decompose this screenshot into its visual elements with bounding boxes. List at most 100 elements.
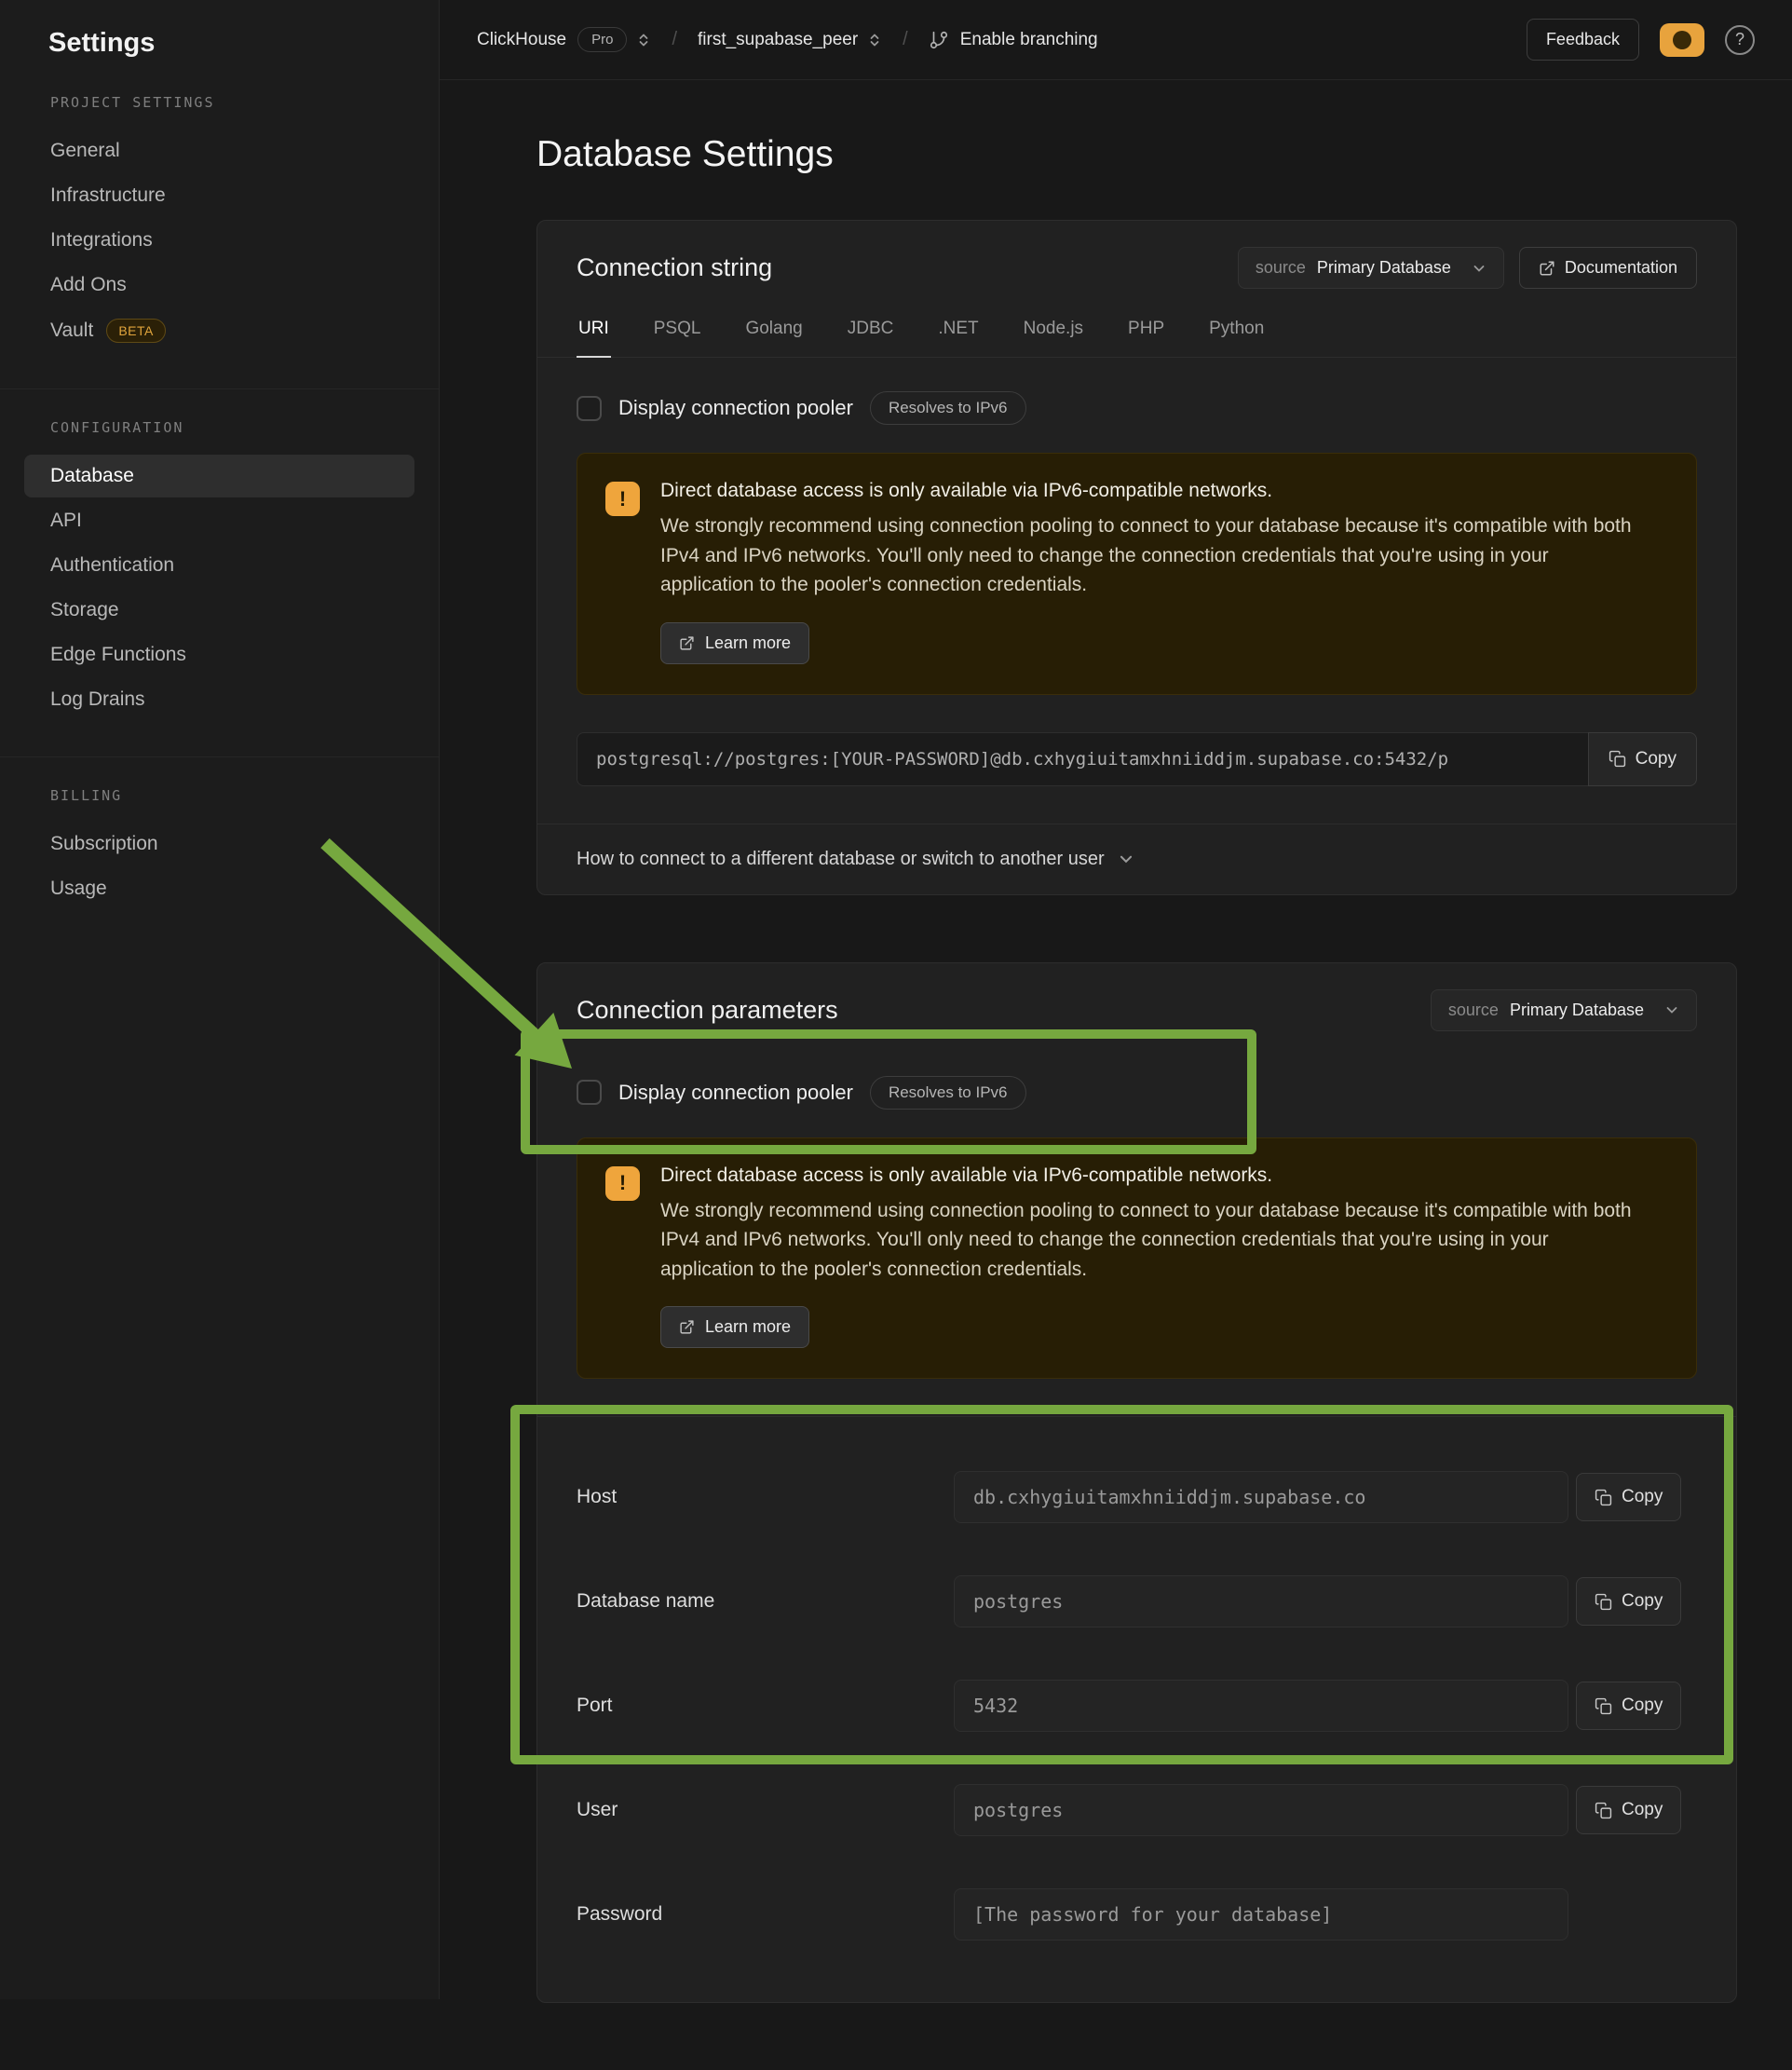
tab-dotnet[interactable]: .NET [936,304,980,358]
org-name[interactable]: ClickHouse [477,30,566,50]
tab-jdbc[interactable]: JDBC [846,304,896,358]
external-link-icon [1539,260,1555,277]
copy-icon [1609,750,1626,768]
port-input[interactable] [954,1680,1568,1732]
copy-icon [1595,1489,1612,1506]
sidebar-item-vault[interactable]: Vault BETA [24,308,414,353]
external-link-icon [679,1319,695,1335]
breadcrumb-separator: / [903,29,908,50]
sidebar-item-label: Integrations [50,229,153,252]
tab-psql[interactable]: PSQL [652,304,703,358]
resolves-ipv6-badge: Resolves to IPv6 [870,391,1026,425]
chevron-selector-icon[interactable] [636,33,651,48]
copy-label: Copy [1622,1487,1663,1507]
sidebar-item-label: Usage [50,878,107,900]
card-title: Connection string [577,253,772,282]
help-icon[interactable]: ? [1725,25,1755,55]
copy-icon [1595,1593,1612,1611]
sidebar-item-label: Authentication [50,554,174,577]
copy-button[interactable]: Copy [1588,732,1697,786]
database-name-input[interactable] [954,1575,1568,1627]
connection-string-input[interactable] [577,732,1588,786]
sidebar-item-infrastructure[interactable]: Infrastructure [24,174,414,217]
documentation-label: Documentation [1565,258,1677,278]
copy-button[interactable]: Copy [1576,1786,1681,1834]
documentation-button[interactable]: Documentation [1519,247,1697,289]
param-label: Password [577,1903,954,1926]
sidebar-item-general[interactable]: General [24,129,414,172]
sidebar-item-database[interactable]: Database [24,455,414,497]
pooler-row: Display connection pooler Resolves to IP… [577,391,1697,425]
enable-branching-button[interactable]: Enable branching [929,30,1098,50]
sidebar-item-api[interactable]: API [24,499,414,542]
sidebar-item-edge-functions[interactable]: Edge Functions [24,633,414,676]
tab-python[interactable]: Python [1207,304,1266,358]
section-project-settings: PROJECT SETTINGS General Infrastructure … [0,83,439,388]
settings-title: Settings [0,0,439,83]
resolves-ipv6-badge: Resolves to IPv6 [870,1076,1026,1110]
section-configuration: CONFIGURATION Database API Authenticatio… [0,388,439,756]
copy-button[interactable]: Copy [1576,1473,1681,1521]
sidebar-item-label: Infrastructure [50,184,166,207]
user-input[interactable] [954,1784,1568,1836]
chevron-down-icon [1472,261,1487,276]
alert-body: We strongly recommend using connection p… [660,1196,1634,1285]
source-select[interactable]: source Primary Database [1431,989,1697,1031]
sidebar-item-label: Vault [50,320,93,342]
sidebar-item-authentication[interactable]: Authentication [24,544,414,587]
copy-label: Copy [1622,1695,1663,1716]
learn-more-button[interactable]: Learn more [660,622,809,664]
account-avatar[interactable] [1660,23,1704,57]
tab-uri[interactable]: URI [577,304,611,358]
chevron-down-icon [1118,851,1134,867]
sidebar-item-label: API [50,510,82,532]
password-input[interactable] [954,1888,1568,1941]
connect-help-toggle[interactable]: How to connect to a different database o… [537,824,1736,894]
source-label: source [1256,258,1306,278]
copy-button[interactable]: Copy [1576,1682,1681,1730]
tab-php[interactable]: PHP [1126,304,1166,358]
display-connection-pooler-checkbox[interactable] [577,1080,602,1105]
sidebar-item-usage[interactable]: Usage [24,867,414,910]
warning-icon: ! [605,1166,640,1201]
tab-golang[interactable]: Golang [743,304,804,358]
alert-title: Direct database access is only available… [660,480,1634,502]
app-root: Settings PROJECT SETTINGS General Infras… [0,0,1792,1999]
chevron-selector-icon[interactable] [867,33,882,48]
feedback-button[interactable]: Feedback [1527,19,1639,61]
sidebar-item-storage[interactable]: Storage [24,589,414,632]
warning-icon: ! [605,482,640,516]
sidebar-item-subscription[interactable]: Subscription [24,823,414,865]
sidebar-item-add-ons[interactable]: Add Ons [24,264,414,306]
uri-row: Copy [577,732,1697,786]
source-value: Primary Database [1510,1001,1644,1020]
sidebar-item-label: Subscription [50,833,158,855]
alert-body: We strongly recommend using connection p… [660,511,1634,600]
card-title: Connection parameters [577,996,838,1025]
tab-nodejs[interactable]: Node.js [1022,304,1085,358]
sidebar-item-integrations[interactable]: Integrations [24,219,414,262]
org-breadcrumb[interactable]: ClickHouse Pro [477,27,651,52]
plan-badge: Pro [577,27,627,52]
alert-title: Direct database access is only available… [660,1164,1634,1187]
sidebar-item-label: General [50,140,120,162]
project-breadcrumb[interactable]: first_supabase_peer [698,30,882,50]
host-input[interactable] [954,1471,1568,1523]
param-row-database-name: Database name Copy [577,1575,1697,1627]
display-connection-pooler-checkbox[interactable] [577,396,602,421]
connection-parameters-card: Connection parameters source Primary Dat… [536,962,1737,2004]
copy-icon [1595,1802,1612,1819]
project-name[interactable]: first_supabase_peer [698,30,858,50]
breadcrumb-separator: / [672,29,677,50]
sidebar-item-label: Storage [50,599,119,621]
page-content: Database Settings Connection string sour… [440,80,1792,2070]
param-label: Database name [577,1590,954,1613]
copy-button[interactable]: Copy [1576,1577,1681,1626]
copy-label: Copy [1622,1591,1663,1612]
sidebar-item-log-drains[interactable]: Log Drains [24,678,414,721]
topbar-right: Feedback ? [1527,19,1755,61]
source-select[interactable]: source Primary Database [1238,247,1504,289]
learn-more-button[interactable]: Learn more [660,1306,809,1348]
connect-help-label: How to connect to a different database o… [577,849,1105,870]
source-label: source [1448,1001,1499,1020]
